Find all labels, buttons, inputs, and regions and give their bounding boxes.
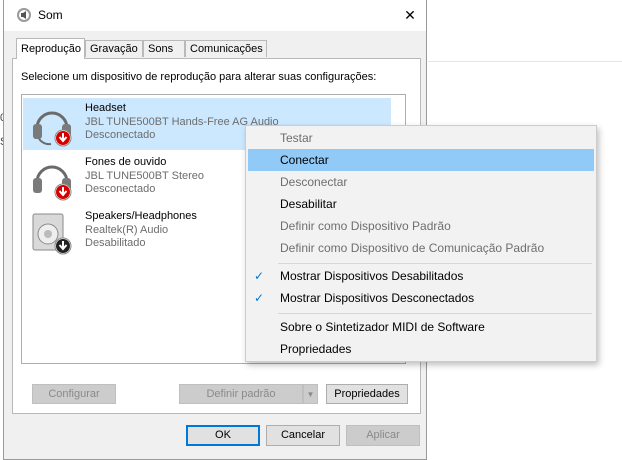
device-name: Speakers/Headphones bbox=[85, 210, 197, 222]
checkmark-icon: ✓ bbox=[254, 291, 265, 305]
window-title: Som bbox=[38, 8, 63, 22]
menu-item-label: Sobre o Sintetizador MIDI de Software bbox=[280, 320, 485, 334]
tab-gravacao[interactable]: Gravação bbox=[85, 40, 143, 57]
device-model: JBL TUNE500BT Stereo bbox=[85, 170, 205, 182]
checkmark-icon: ✓ bbox=[254, 269, 265, 283]
menu-item-desconectar[interactable]: Desconectar bbox=[248, 171, 594, 193]
menu-item-label: Mostrar Dispositivos Desconectados bbox=[280, 291, 475, 305]
menu-item-label: Propriedades bbox=[280, 342, 352, 356]
ok-button[interactable]: OK bbox=[186, 425, 260, 446]
menu-item-label: Mostrar Dispositivos Desabilitados bbox=[280, 269, 464, 283]
menu-item-conectar[interactable]: Conectar bbox=[248, 149, 594, 171]
background-divider bbox=[428, 61, 622, 62]
context-menu: Testar Conectar Desconectar Desabilitar … bbox=[245, 125, 597, 362]
menu-item-mostrar-desabilitados[interactable]: ✓ Mostrar Dispositivos Desabilitados bbox=[248, 265, 594, 287]
configure-button[interactable]: Configurar bbox=[32, 384, 116, 404]
device-name: Fones de ouvido bbox=[85, 156, 167, 168]
device-status: Desabilitado bbox=[85, 237, 146, 249]
speaker-icon bbox=[32, 213, 72, 255]
title-bar: Som ✕ bbox=[4, 0, 426, 31]
device-model: Realtek(R) Audio bbox=[85, 224, 169, 236]
device-status: Desconectado bbox=[85, 183, 156, 195]
instruction-text: Selecione um dispositivo de reprodução p… bbox=[21, 71, 377, 83]
chevron-down-icon: ▼ bbox=[306, 390, 315, 399]
menu-item-desabilitar[interactable]: Desabilitar bbox=[248, 193, 594, 215]
headphones-icon bbox=[33, 165, 72, 201]
menu-item-definir-comunicacao[interactable]: Definir como Dispositivo de Comunicação … bbox=[248, 237, 594, 259]
menu-separator bbox=[278, 263, 592, 264]
menu-item-label: Conectar bbox=[280, 153, 329, 167]
set-default-dropdown[interactable]: ▼ bbox=[303, 384, 318, 404]
menu-separator bbox=[278, 313, 592, 314]
device-name: Headset bbox=[85, 102, 126, 114]
close-icon: ✕ bbox=[404, 7, 416, 23]
apply-button[interactable]: Aplicar bbox=[346, 425, 420, 446]
tab-reproducao[interactable]: Reprodução bbox=[16, 38, 85, 59]
menu-item-mostrar-desconectados[interactable]: ✓ Mostrar Dispositivos Desconectados bbox=[248, 287, 594, 309]
menu-item-testar[interactable]: Testar bbox=[248, 127, 594, 149]
menu-item-label: Testar bbox=[280, 131, 313, 145]
device-status: Desconectado bbox=[85, 129, 156, 141]
speaker-app-icon bbox=[17, 8, 31, 22]
menu-item-propriedades[interactable]: Propriedades bbox=[248, 338, 594, 360]
tab-comunicacoes[interactable]: Comunicações bbox=[185, 40, 267, 57]
tab-sons[interactable]: Sons bbox=[143, 40, 185, 57]
set-default-button[interactable]: Definir padrão bbox=[179, 384, 303, 404]
menu-item-label: Definir como Dispositivo Padrão bbox=[280, 219, 451, 233]
properties-button[interactable]: Propriedades bbox=[326, 384, 408, 404]
headset-icon bbox=[33, 111, 72, 147]
cancel-button[interactable]: Cancelar bbox=[266, 425, 340, 446]
menu-item-definir-padrao[interactable]: Definir como Dispositivo Padrão bbox=[248, 215, 594, 237]
menu-item-label: Desabilitar bbox=[280, 197, 337, 211]
menu-item-label: Definir como Dispositivo de Comunicação … bbox=[280, 241, 545, 255]
menu-item-sobre-midi[interactable]: Sobre o Sintetizador MIDI de Software bbox=[248, 316, 594, 338]
close-button[interactable]: ✕ bbox=[394, 0, 426, 31]
menu-item-label: Desconectar bbox=[280, 175, 348, 189]
